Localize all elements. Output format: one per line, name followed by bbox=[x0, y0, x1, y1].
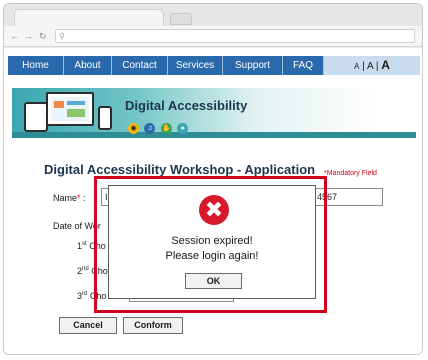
mandatory-note: *Mandatory Field bbox=[324, 170, 377, 177]
tablet-illustration-icon bbox=[24, 102, 48, 132]
form-title: Digital Accessibility Workshop - Applica… bbox=[44, 162, 316, 177]
address-bar[interactable]: ⚲ bbox=[55, 29, 415, 43]
new-tab-button[interactable] bbox=[170, 13, 192, 25]
font-size-large[interactable]: A bbox=[381, 58, 390, 72]
font-size-divider: | bbox=[375, 61, 379, 72]
screen-block bbox=[67, 101, 85, 105]
tab-bar bbox=[4, 4, 422, 26]
browser-toolbar: ← → ↻ ⚲ bbox=[4, 26, 422, 47]
monitor-illustration-icon bbox=[46, 92, 94, 126]
accessibility-icons: ◉ ♫ ✋ ● bbox=[128, 117, 189, 134]
back-arrow-icon[interactable]: ← bbox=[10, 29, 19, 43]
font-size-divider: | bbox=[362, 61, 365, 72]
monitor-screen bbox=[51, 97, 89, 121]
hand-icon: ✋ bbox=[160, 123, 172, 134]
name-label-text: Name bbox=[53, 193, 78, 203]
screen-block bbox=[54, 101, 64, 108]
menu-item-contact[interactable]: Contact bbox=[112, 56, 168, 75]
cancel-button[interactable]: Cancel bbox=[59, 317, 117, 334]
eye-icon: ◉ bbox=[128, 123, 139, 134]
dialog-message-line2: Please login again! bbox=[165, 250, 259, 262]
session-expired-dialog: ✖ Session expired! Please login again! O… bbox=[108, 185, 316, 299]
font-size-small[interactable]: A bbox=[354, 62, 359, 71]
choice-ordinal: nd bbox=[82, 266, 89, 272]
font-size-controls: A | A | A bbox=[324, 56, 420, 75]
search-icon: ⚲ bbox=[59, 32, 65, 41]
name-label: Name* : bbox=[53, 193, 86, 203]
web-page: Home About Contact Services Support FAQ … bbox=[4, 48, 422, 354]
screen-block bbox=[67, 109, 85, 117]
phone-illustration-icon bbox=[98, 106, 112, 130]
font-size-medium[interactable]: A bbox=[367, 61, 373, 72]
menu-item-faq[interactable]: FAQ bbox=[283, 56, 324, 75]
dialog-message-line1: Session expired! bbox=[171, 235, 253, 247]
banner-title: Digital Accessibility bbox=[125, 98, 248, 113]
menu-item-services[interactable]: Services bbox=[168, 56, 223, 75]
browser-tab[interactable] bbox=[14, 9, 164, 26]
confirm-button[interactable]: Conform bbox=[123, 317, 183, 334]
menu-item-support[interactable]: Support bbox=[223, 56, 283, 75]
menu-item-about[interactable]: About bbox=[64, 56, 112, 75]
ok-button[interactable]: OK bbox=[185, 273, 242, 289]
name-label-colon: : bbox=[80, 193, 86, 203]
menu-item-home[interactable]: Home bbox=[8, 56, 64, 75]
main-menu: Home About Contact Services Support FAQ … bbox=[8, 56, 420, 75]
forward-arrow-icon[interactable]: → bbox=[24, 29, 33, 43]
site-banner: Digital Accessibility ◉ ♫ ✋ ● bbox=[12, 88, 416, 138]
reload-icon[interactable]: ↻ bbox=[39, 29, 47, 43]
browser-window: ← → ↻ ⚲ Home About Contact Services Supp… bbox=[3, 3, 423, 355]
error-icon: ✖ bbox=[199, 195, 229, 225]
banner-stripe bbox=[12, 132, 416, 138]
